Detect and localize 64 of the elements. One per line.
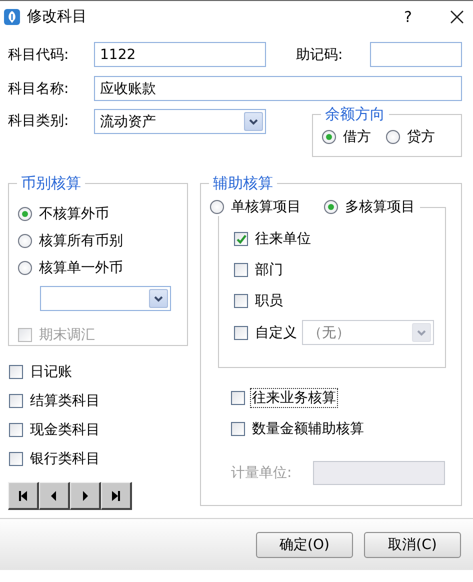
radio-label[interactable]: 借方 <box>342 128 372 146</box>
checkbox-label[interactable]: 往来业务核算 <box>251 389 337 407</box>
checkbox-label[interactable]: 数量金额辅助核算 <box>251 420 365 438</box>
checkbox[interactable] <box>234 232 248 246</box>
checkbox[interactable] <box>9 365 23 379</box>
radio-label[interactable]: 核算单一外币 <box>38 259 124 277</box>
text-field[interactable] <box>370 42 462 67</box>
checkbox[interactable] <box>234 263 248 277</box>
field-label: 科目代码: <box>8 46 70 64</box>
radio-button[interactable] <box>210 200 224 214</box>
checkbox[interactable] <box>9 394 23 408</box>
radio-button[interactable] <box>18 234 32 248</box>
dropdown-button[interactable] <box>244 112 263 131</box>
checkbox-label[interactable]: 部门 <box>254 261 284 279</box>
checkbox[interactable] <box>9 423 23 437</box>
radio-label[interactable]: 不核算外币 <box>38 205 110 223</box>
field-label: 科目名称: <box>8 80 70 98</box>
checkbox[interactable] <box>231 391 245 405</box>
field-label: 计量单位: <box>231 464 293 482</box>
radio-button[interactable] <box>18 261 32 275</box>
checkbox[interactable] <box>234 294 248 308</box>
checkbox-label[interactable]: 现金类科目 <box>29 421 101 439</box>
text-field[interactable]: 应收账款 <box>94 76 462 101</box>
radio-button[interactable] <box>322 130 336 144</box>
radio-button[interactable] <box>18 207 32 221</box>
last-button[interactable] <box>101 482 132 510</box>
radio-button[interactable] <box>386 130 400 144</box>
checkbox[interactable] <box>9 452 23 466</box>
dropdown-button[interactable] <box>149 289 168 308</box>
group-title: 辅助核算 <box>212 174 274 193</box>
skip-start-icon <box>17 490 29 502</box>
chevron-down-icon <box>249 118 258 124</box>
dropdown[interactable]: （无） <box>302 320 434 345</box>
dropdown-value: 流动资产 <box>100 112 156 130</box>
checkbox-label[interactable]: 往来单位 <box>254 230 312 248</box>
skip-end-icon <box>110 490 122 502</box>
group-title: 币别核算 <box>20 174 82 193</box>
next-button[interactable] <box>70 482 101 510</box>
checkbox-label[interactable]: 职员 <box>254 292 284 310</box>
dropdown[interactable]: 流动资产 <box>94 109 266 134</box>
cancel-button[interactable]: 取消(C) <box>364 532 461 558</box>
field-label: 科目类别: <box>8 112 70 131</box>
chevron-down-icon <box>154 296 163 302</box>
radio-label[interactable]: 核算所有币别 <box>38 232 124 250</box>
window-title: 修改科目 <box>27 7 88 26</box>
radio-button[interactable] <box>324 200 338 214</box>
dropdown-value: （无） <box>308 324 350 342</box>
field-label: 助记码: <box>296 46 344 64</box>
checkbox-label[interactable]: 自定义 <box>254 324 298 342</box>
text-field[interactable]: 1122 <box>94 42 266 67</box>
app-icon <box>3 8 21 26</box>
previous-button[interactable] <box>39 482 70 510</box>
checkbox[interactable] <box>234 326 248 340</box>
chevron-down-icon <box>417 330 426 336</box>
group-title: 余额方向 <box>324 105 386 124</box>
close-icon[interactable] <box>449 8 465 24</box>
checkbox-label[interactable]: 日记账 <box>29 363 73 381</box>
ok-button[interactable]: 确定(O) <box>256 532 353 558</box>
radio-label[interactable]: 贷方 <box>406 128 436 146</box>
checkbox-label[interactable]: 结算类科目 <box>29 392 101 410</box>
checkbox-label[interactable]: 银行类科目 <box>29 450 101 468</box>
checkbox[interactable] <box>231 422 245 436</box>
first-button[interactable] <box>8 482 39 510</box>
help-button[interactable]: ? <box>393 8 423 26</box>
